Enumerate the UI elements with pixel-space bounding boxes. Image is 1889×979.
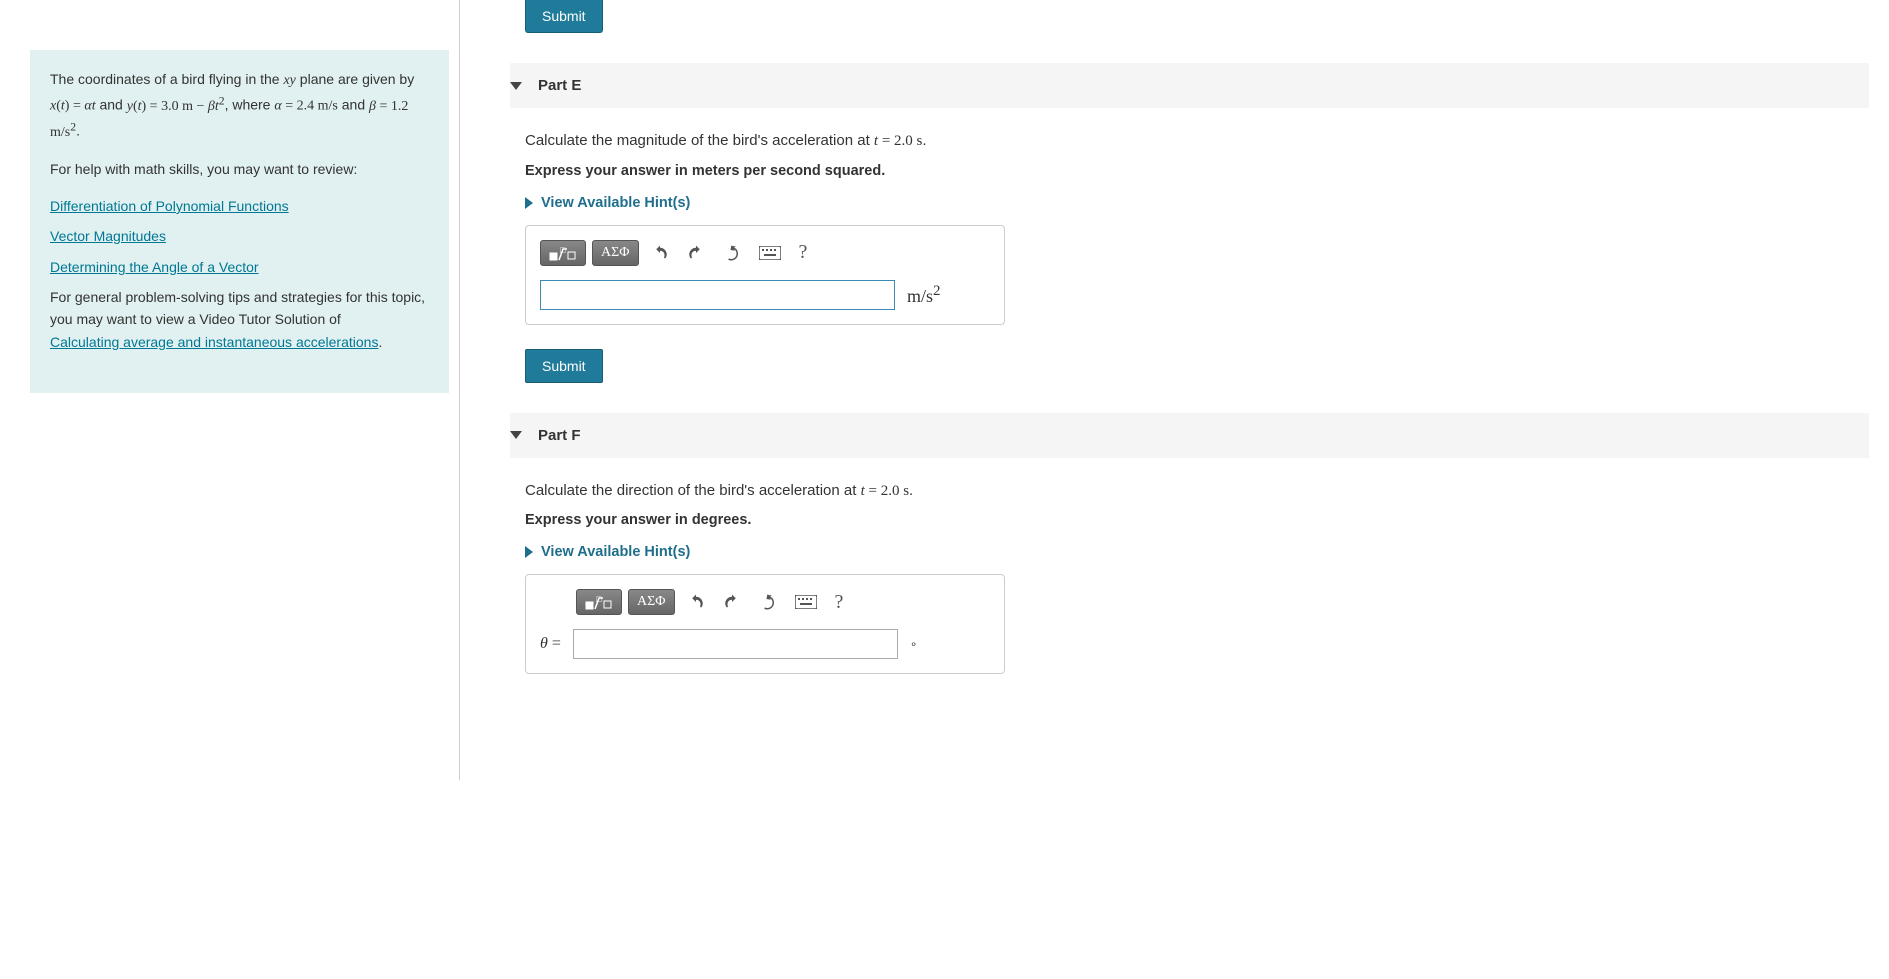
keyboard-icon[interactable]: [753, 240, 787, 266]
part-e-instruction: Express your answer in meters per second…: [525, 163, 1869, 179]
problem-box: The coordinates of a bird flying in the …: [30, 50, 449, 393]
help-intro: For help with math skills, you may want …: [50, 158, 429, 180]
text: The coordinates of a bird flying in the: [50, 71, 283, 87]
unit-label: m/s2: [907, 283, 941, 307]
equation-toolbar: □ ΑΣΦ ?: [540, 240, 990, 266]
text: .: [76, 123, 80, 139]
hints-toggle[interactable]: View Available Hint(s): [525, 544, 1869, 560]
time-value: t = 2.0 s: [861, 483, 909, 499]
chevron-right-icon: [525, 546, 533, 558]
link-vector-magnitudes[interactable]: Vector Magnitudes: [50, 225, 166, 247]
collapse-icon[interactable]: [510, 82, 522, 90]
link-differentiation[interactable]: Differentiation of Polynomial Functions: [50, 195, 289, 217]
part-e-answer-input[interactable]: [540, 280, 895, 310]
theta-prefix: θ =: [540, 635, 561, 653]
text: Calculate the direction of the bird's ac…: [525, 482, 861, 499]
text: For general problem-solving tips and str…: [50, 289, 425, 327]
part-f-question: Calculate the direction of the bird's ac…: [525, 480, 1869, 503]
part-f-body: Calculate the direction of the bird's ac…: [525, 480, 1869, 675]
part-f-title: Part F: [538, 427, 581, 444]
undo-icon[interactable]: [645, 240, 675, 266]
part-e-question: Calculate the magnitude of the bird's ac…: [525, 130, 1869, 153]
time-value: t = 2.0 s: [874, 133, 922, 149]
answer-panel: Submit Part E Calculate the magnitude of…: [460, 0, 1889, 780]
reset-icon[interactable]: [753, 589, 783, 615]
equation-toolbar: □ ΑΣΦ ?: [576, 589, 990, 615]
help-icon[interactable]: ?: [793, 240, 814, 266]
undo-icon[interactable]: [681, 589, 711, 615]
link-video-tutor[interactable]: Calculating average and instantaneous ac…: [50, 331, 378, 353]
text: .: [922, 132, 926, 149]
chevron-right-icon: [525, 197, 533, 209]
part-e-body: Calculate the magnitude of the bird's ac…: [525, 130, 1869, 383]
text: and: [338, 97, 369, 113]
eq-x: x(t) = αt: [50, 99, 96, 114]
text: plane are given by: [296, 71, 414, 87]
redo-icon[interactable]: [681, 240, 711, 266]
eq-alpha: α = 2.4 m/s: [274, 99, 337, 114]
template-icon[interactable]: □: [576, 589, 622, 615]
part-f-answer-input[interactable]: [573, 629, 898, 659]
help-icon[interactable]: ?: [829, 589, 850, 615]
part-f-answer-box: □ ΑΣΦ ?: [525, 574, 1005, 674]
general-tips: For general problem-solving tips and str…: [50, 286, 429, 361]
input-row: θ = ∘: [540, 629, 990, 659]
part-f-instruction: Express your answer in degrees.: [525, 512, 1869, 528]
xy-plane: xy: [283, 73, 295, 88]
part-f-header: Part F: [510, 413, 1869, 458]
collapse-icon[interactable]: [510, 431, 522, 439]
text: , where: [225, 97, 275, 113]
part-e-submit-button[interactable]: Submit: [525, 349, 603, 383]
hints-label: View Available Hint(s): [541, 544, 690, 560]
submit-button-top[interactable]: Submit: [525, 0, 603, 33]
hints-toggle[interactable]: View Available Hint(s): [525, 195, 1869, 211]
keyboard-icon[interactable]: [789, 589, 823, 615]
input-row: m/s2: [540, 280, 990, 310]
greek-letters-button[interactable]: ΑΣΦ: [592, 240, 639, 266]
eq-y: y(t) = 3.0 m − βt2: [127, 99, 225, 114]
template-icon[interactable]: □: [540, 240, 586, 266]
problem-statement-panel: The coordinates of a bird flying in the …: [0, 0, 460, 780]
greek-letters-button[interactable]: ΑΣΦ: [628, 589, 675, 615]
text: Calculate the magnitude of the bird's ac…: [525, 132, 874, 149]
part-e-answer-box: □ ΑΣΦ ?: [525, 225, 1005, 325]
link-angle-vector[interactable]: Determining the Angle of a Vector: [50, 256, 259, 278]
part-e-header: Part E: [510, 63, 1869, 108]
problem-equations: The coordinates of a bird flying in the …: [50, 68, 429, 144]
reset-icon[interactable]: [717, 240, 747, 266]
part-e-title: Part E: [538, 77, 581, 94]
text: .: [909, 482, 913, 499]
redo-icon[interactable]: [717, 589, 747, 615]
unit-label: ∘: [910, 637, 918, 652]
text: .: [378, 334, 382, 350]
text: and: [96, 97, 127, 113]
hints-label: View Available Hint(s): [541, 195, 690, 211]
